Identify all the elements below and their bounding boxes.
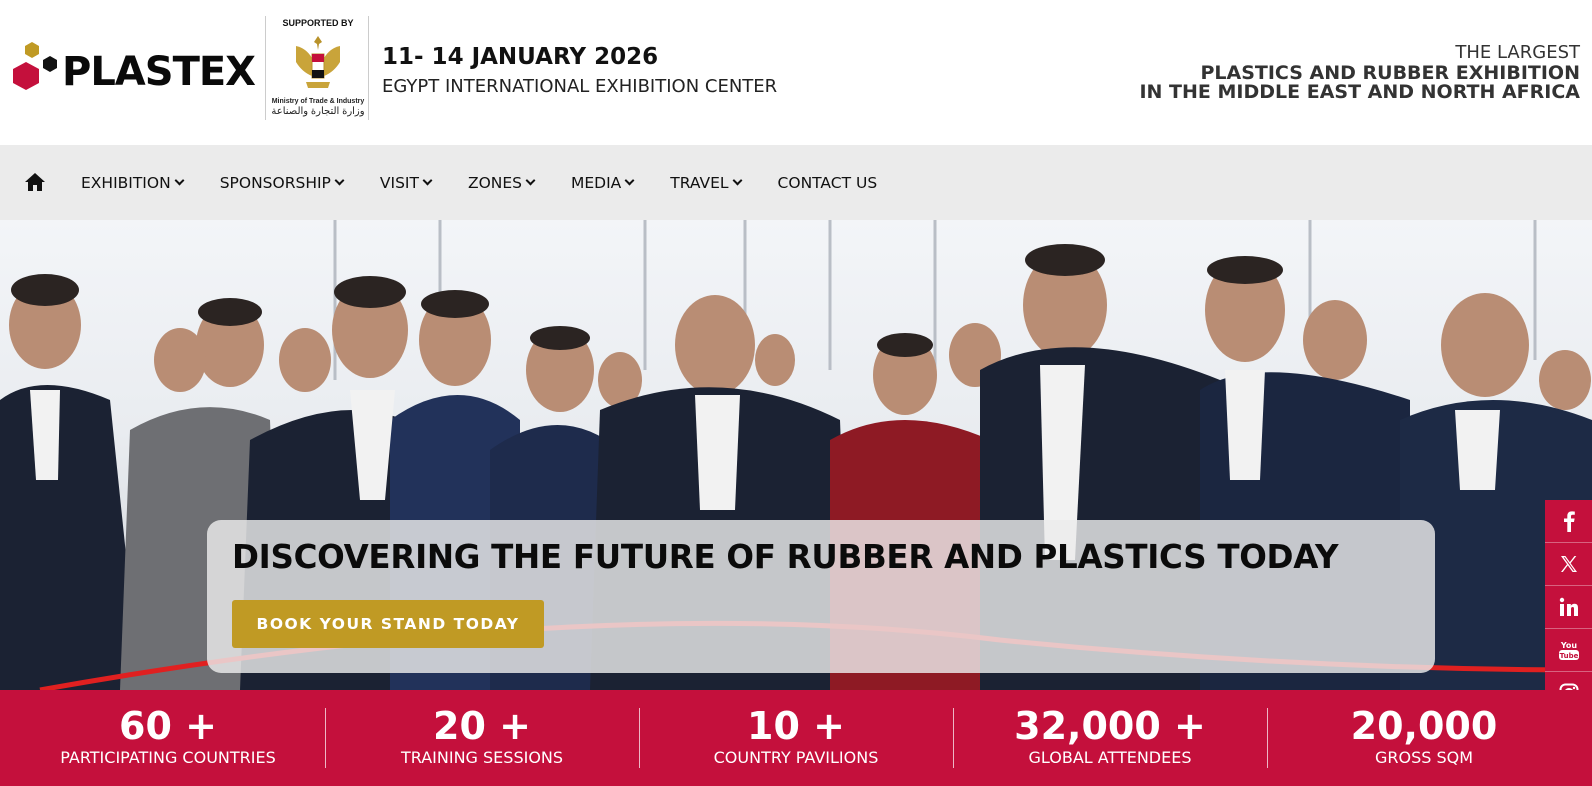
home-icon[interactable] — [24, 172, 46, 192]
social-sidebar: You Tube — [1545, 500, 1592, 715]
hero-banner: DISCOVERING THE FUTURE OF RUBBER AND PLA… — [0, 220, 1592, 690]
stat-participating-countries: 60 + PARTICIPATING COUNTRIES — [11, 690, 325, 786]
main-nav: EXHIBITION SPONSORSHIP VISIT ZONES MEDIA… — [0, 145, 1592, 220]
svg-text:Tube: Tube — [1559, 652, 1578, 660]
stat-value: 32,000 + — [1014, 704, 1206, 748]
nav-item-label: ZONES — [467, 173, 522, 192]
stat-value: 60 + — [119, 704, 217, 748]
facebook-icon[interactable] — [1545, 500, 1592, 543]
logo-hexagons-icon — [13, 42, 57, 90]
egypt-eagle-emblem-icon — [296, 36, 340, 88]
nav-item-media[interactable]: MEDIA — [571, 173, 635, 192]
chevron-down-icon — [174, 175, 185, 186]
stat-value: 20 + — [433, 704, 531, 748]
supported-by-block: SUPPORTED BY Ministry of Trade & Industr… — [265, 16, 369, 120]
x-icon[interactable] — [1545, 543, 1592, 586]
stat-label: GLOBAL ATTENDEES — [1028, 748, 1192, 767]
chevron-down-icon — [422, 175, 433, 186]
chevron-down-icon — [525, 175, 536, 186]
stat-gross-sqm: 20,000 GROSS SQM — [1267, 690, 1581, 786]
nav-item-zones[interactable]: ZONES — [467, 173, 536, 192]
chevron-down-icon — [732, 175, 742, 186]
stat-label: GROSS SQM — [1374, 748, 1474, 767]
chevron-down-icon — [334, 175, 345, 186]
nav-item-contact-us[interactable]: CONTACT US — [778, 174, 878, 192]
site-header: PLASTEX SUPPORTED BY Ministry of Trade &… — [0, 0, 1592, 144]
nav-item-sponsorship[interactable]: SPONSORSHIP — [219, 173, 345, 192]
stat-value: 10 + — [747, 704, 845, 748]
nav-item-label: VISIT — [379, 173, 419, 192]
nav-item-label: EXHIBITION — [81, 173, 171, 192]
nav-item-visit[interactable]: VISIT — [379, 173, 433, 192]
chevron-down-icon — [624, 175, 635, 186]
linkedin-icon[interactable] — [1545, 586, 1592, 629]
header-tagline: THE LARGEST PLASTICS AND RUBBER EXHIBITI… — [1139, 42, 1580, 102]
stat-label: COUNTRY PAVILIONS — [713, 748, 879, 767]
svg-text:You: You — [1559, 641, 1577, 650]
stat-label: PARTICIPATING COUNTRIES — [60, 748, 276, 767]
hero-headline-box: DISCOVERING THE FUTURE OF RUBBER AND PLA… — [207, 520, 1435, 673]
stat-country-pavilions: 10 + COUNTRY PAVILIONS — [639, 690, 953, 786]
tagline-line-1: THE LARGEST — [1455, 42, 1580, 63]
ministry-name-en: Ministry of Trade & Industry — [271, 98, 365, 105]
stat-value: 20,000 — [1350, 704, 1498, 748]
stats-bar: 60 + PARTICIPATING COUNTRIES 20 + TRAINI… — [0, 690, 1592, 786]
nav-item-label: MEDIA — [571, 173, 622, 192]
event-date: 11- 14 JANUARY 2026 — [382, 44, 659, 70]
tagline-line-3: IN THE MIDDLE EAST AND NORTH AFRICA — [1139, 81, 1580, 103]
nav-item-exhibition[interactable]: EXHIBITION — [81, 173, 185, 192]
plastex-logo[interactable]: PLASTEX — [12, 40, 256, 100]
event-venue: EGYPT INTERNATIONAL EXHIBITION CENTER — [382, 76, 778, 97]
book-stand-button[interactable]: BOOK YOUR STAND TODAY — [232, 600, 544, 648]
nav-item-label: SPONSORSHIP — [219, 173, 331, 192]
ministry-name-ar: وزارة التجارة والصناعة — [271, 106, 365, 117]
nav-item-travel[interactable]: TRAVEL — [670, 173, 742, 192]
stat-training-sessions: 20 + TRAINING SESSIONS — [325, 690, 639, 786]
stat-global-attendees: 32,000 + GLOBAL ATTENDEES — [953, 690, 1267, 786]
logo-text: PLASTEX — [62, 49, 256, 95]
nav-items: EXHIBITION SPONSORSHIP VISIT ZONES MEDIA… — [81, 145, 914, 220]
youtube-icon[interactable]: You Tube — [1545, 629, 1592, 672]
nav-item-label: TRAVEL — [670, 173, 729, 192]
supported-by-label: SUPPORTED BY — [282, 18, 354, 28]
stat-label: TRAINING SESSIONS — [400, 748, 564, 767]
nav-item-label: CONTACT US — [777, 173, 878, 192]
hero-headline: DISCOVERING THE FUTURE OF RUBBER AND PLA… — [232, 538, 1339, 576]
